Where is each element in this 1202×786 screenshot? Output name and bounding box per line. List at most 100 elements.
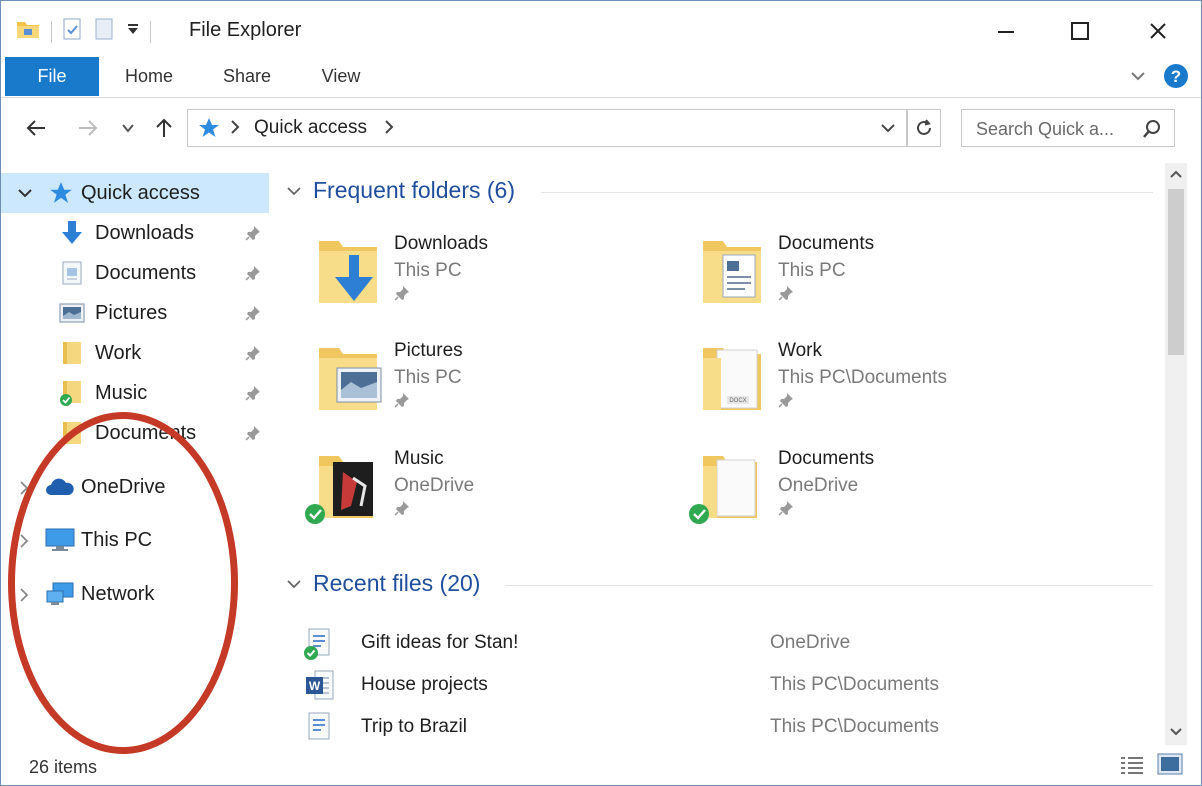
documents-icon [703,241,761,303]
downloads-icon [59,219,85,252]
folder-name: Pictures [394,340,463,361]
chevron-down-icon[interactable] [17,185,33,206]
chevron-down-icon [287,579,301,588]
tab-view[interactable]: View [305,57,377,96]
pin-icon[interactable] [394,392,410,413]
scroll-down-icon[interactable] [1169,725,1183,744]
folder-name: Music [394,448,444,469]
sidebar-item-label: Pictures [95,302,168,324]
group-header-frequent[interactable]: Frequent folders (6) [285,177,515,204]
network-icon [45,581,75,612]
recent-file-row[interactable]: Gift ideas for Stan! OneDrive [303,623,1153,663]
minimize-button[interactable] [983,13,1029,49]
customize-toolbar-icon[interactable] [126,22,140,41]
folder-location: This PC [394,367,462,388]
folder-location: This PC [778,260,846,281]
chevron-right-icon[interactable] [19,587,29,608]
documents-icon [61,260,83,291]
back-arrow-icon[interactable] [23,115,49,141]
pin-icon[interactable] [245,305,261,326]
forward-arrow-icon[interactable] [75,115,101,141]
folder-icon[interactable] [15,17,41,46]
address-bar[interactable]: Quick access [187,109,907,147]
pin-icon[interactable] [245,425,261,446]
sidebar-item-documents-onedrive[interactable]: Documents [1,413,269,453]
pin-icon[interactable] [245,385,261,406]
recent-file-row[interactable]: W House projects This PC\Documents [303,665,1153,705]
new-folder-icon[interactable] [94,17,116,46]
pin-icon[interactable] [394,500,410,521]
details-view-icon[interactable] [1119,755,1145,780]
tab-file[interactable]: File [5,57,99,96]
chevron-right-icon[interactable] [230,119,240,140]
folder-tile-music[interactable]: Music OneDrive [273,440,653,536]
group-header-recent[interactable]: Recent files (20) [285,570,480,597]
chevron-right-icon[interactable] [384,119,394,140]
search-box[interactable] [961,109,1175,147]
recent-locations-icon[interactable] [115,115,141,141]
chevron-down-icon[interactable] [880,120,896,141]
folder-tile-work[interactable]: DOCX Work This PC\Documents [657,332,1037,428]
document-file-icon [308,712,330,740]
pin-icon[interactable] [778,285,794,306]
sidebar-item-pictures[interactable]: Pictures [1,293,269,333]
expand-ribbon-icon[interactable] [1129,67,1147,90]
maximize-button[interactable] [1057,13,1103,49]
properties-icon[interactable] [62,17,84,46]
folder-location: This PC [394,260,462,281]
document-file-icon [304,628,330,660]
folder-tile-documents-onedrive[interactable]: Documents OneDrive [657,440,1037,536]
sidebar-item-music[interactable]: Music [1,373,269,413]
scrollbar-thumb[interactable] [1168,189,1184,355]
scroll-up-icon[interactable] [1169,167,1183,186]
pin-icon[interactable] [245,225,261,246]
pin-icon[interactable] [245,265,261,286]
recent-file-name: Gift ideas for Stan! [361,632,519,653]
star-icon [49,181,73,210]
chevron-right-icon[interactable] [19,480,29,501]
sidebar-item-documents[interactable]: Documents [1,253,269,293]
sidebar-item-this-pc[interactable]: This PC [1,520,269,560]
star-icon [198,117,220,144]
chevron-right-icon[interactable] [19,533,29,554]
sidebar-item-onedrive[interactable]: OneDrive [1,467,269,507]
folder-tile-pictures[interactable]: Pictures This PC [273,332,653,428]
search-input[interactable] [974,116,1138,142]
refresh-button[interactable] [907,109,941,147]
computer-icon [45,527,75,558]
close-button[interactable] [1135,13,1181,49]
folder-name: Documents [778,448,875,469]
up-arrow-icon[interactable] [151,115,177,141]
tab-home[interactable]: Home [111,57,187,96]
sidebar-item-network[interactable]: Network [1,574,269,614]
pin-icon[interactable] [778,500,794,521]
pin-icon[interactable] [778,392,794,413]
ribbon: File Home Share View ? [1,57,1201,98]
folder-tile-downloads[interactable]: Downloads This PC [273,225,653,321]
sidebar-item-work[interactable]: Work [1,333,269,373]
folder-name: Downloads [394,233,488,254]
breadcrumb-quick-access[interactable]: Quick access [254,117,367,139]
folder-tile-documents[interactable]: Documents This PC [657,225,1037,321]
content-pane: Frequent folders (6) Downloads This PC D… [273,163,1163,745]
large-icons-view-icon[interactable] [1157,753,1183,780]
search-icon[interactable] [1142,119,1162,144]
tab-share[interactable]: Share [209,57,285,96]
file-explorer-window: File Explorer File Home Share View ? Qui… [0,0,1202,786]
pictures-icon [319,348,382,410]
recent-file-location: This PC\Documents [770,716,939,737]
help-icon[interactable]: ? [1163,63,1189,94]
sidebar-item-downloads[interactable]: Downloads [1,213,269,253]
folder-icon [689,456,757,524]
group-title: Recent files (20) [313,570,481,596]
vertical-scrollbar[interactable] [1165,163,1187,745]
sidebar-item-label: Documents [95,422,197,444]
sidebar-item-quick-access[interactable]: Quick access [1,173,269,213]
pin-icon[interactable] [245,345,261,366]
music-folder-icon [59,379,85,412]
folder-icon [61,340,83,371]
sidebar-item-label: OneDrive [81,476,166,498]
recent-file-row[interactable]: Trip to Brazil This PC\Documents [303,707,1153,745]
pin-icon[interactable] [394,285,410,306]
recent-file-name: House projects [361,674,488,695]
